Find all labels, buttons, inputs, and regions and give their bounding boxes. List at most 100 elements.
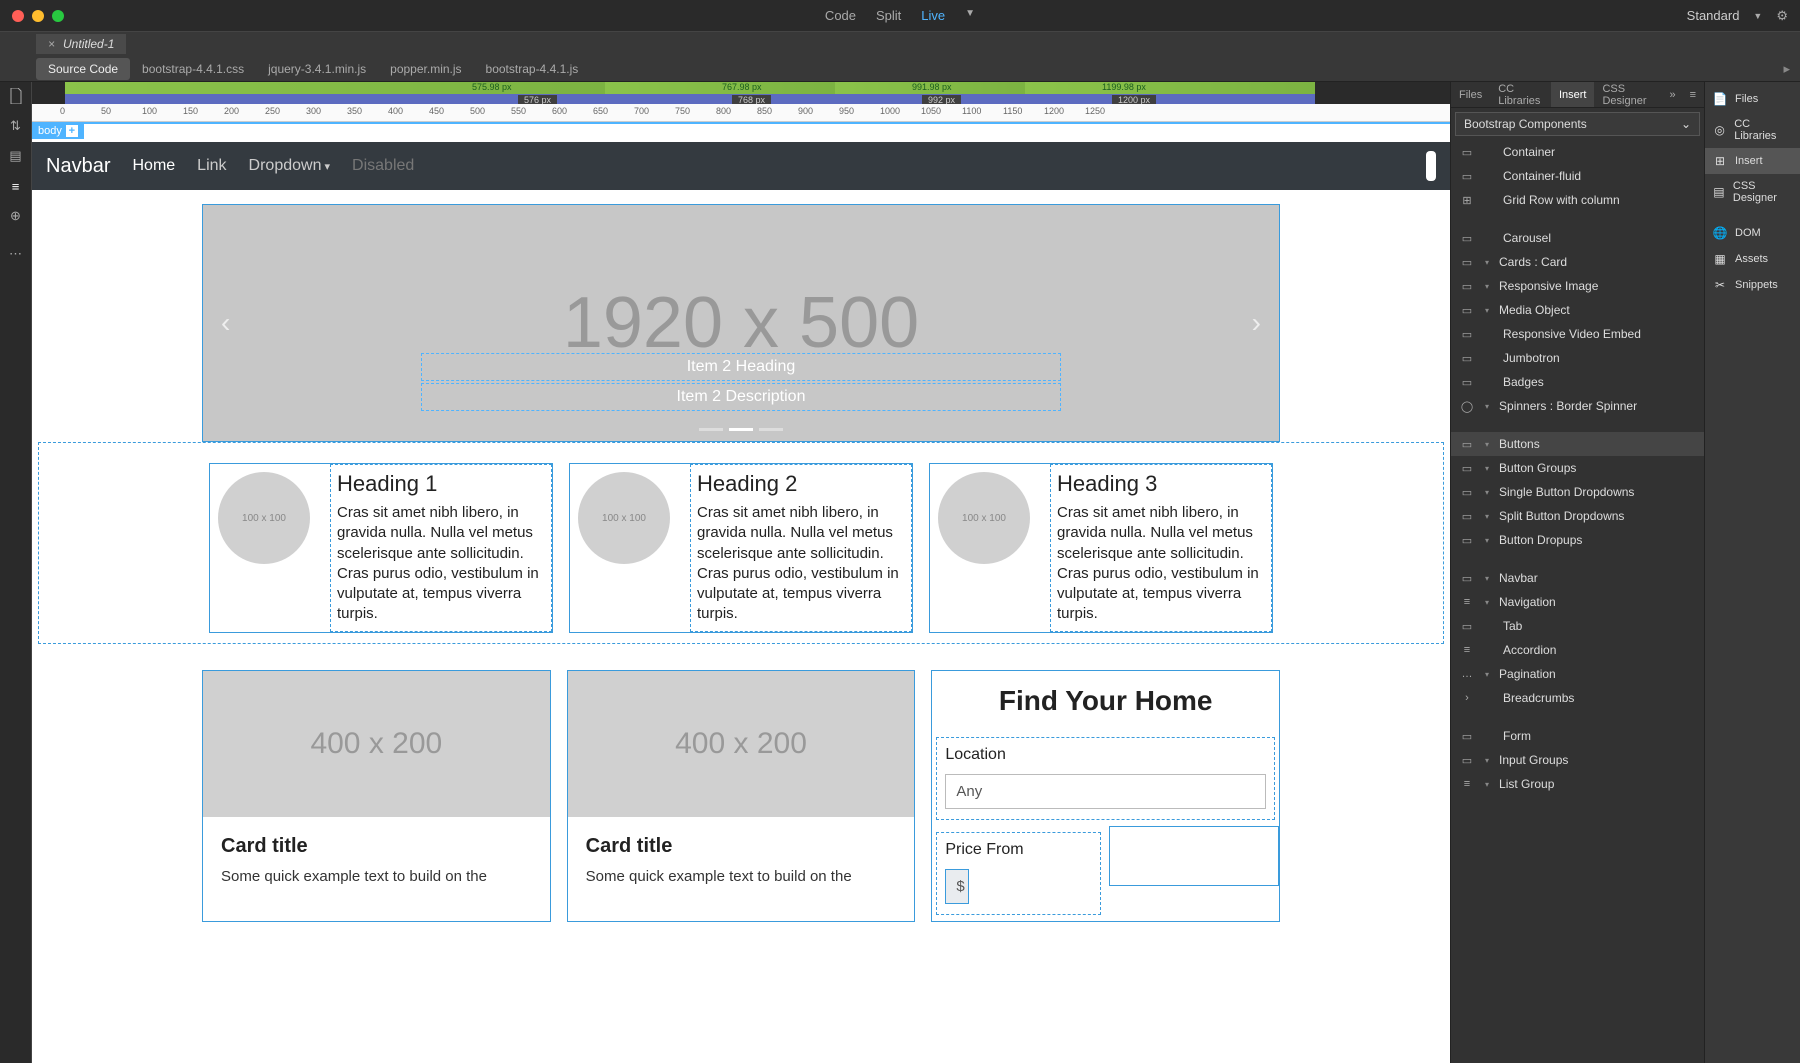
insert-item[interactable]: …▾Pagination [1451,662,1704,686]
preview-card[interactable]: 400 x 200 Card title Some quick example … [202,670,551,922]
panel-more-icon[interactable]: » [1661,89,1681,101]
view-mode-code[interactable]: Code [825,8,856,23]
insert-item[interactable]: ▭Container [1451,140,1704,164]
card-image-placeholder: 400 x 200 [568,671,915,817]
gear-icon[interactable]: ⚙ [1776,8,1788,24]
insert-item[interactable]: ▭▾Responsive Image [1451,274,1704,298]
rail-item-files[interactable]: 📄Files [1705,86,1800,112]
feature-body: Cras sit amet nibh libero, in gravida nu… [1057,503,1265,625]
more-tools-icon[interactable]: ⋯ [8,246,24,262]
maximize-window-icon[interactable] [52,10,64,22]
preview-carousel[interactable]: ‹ 1920 x 500 › Item 2 Heading Item 2 Des… [202,204,1280,442]
related-file-item[interactable]: jquery-3.4.1.min.js [256,58,378,80]
carousel-indicators[interactable] [699,428,783,431]
location-input[interactable]: Any [945,774,1266,809]
card-title: Card title [586,835,897,858]
carousel-prev-icon[interactable]: ‹ [221,307,230,339]
design-canvas: 575.98 px767.98 px991.98 px1199.98 px576… [32,82,1450,1063]
rail-item-snippets[interactable]: ✂Snippets [1705,272,1800,298]
carousel-next-icon[interactable]: › [1252,307,1261,339]
nav-link-link[interactable]: Link [197,157,226,175]
price-to-block[interactable] [1109,826,1279,886]
insert-item-label: Button Dropups [1499,533,1582,547]
close-window-icon[interactable] [12,10,24,22]
rail-item-dom[interactable]: 🌐DOM [1705,220,1800,246]
ruler-tick-label: 1200 [1044,106,1064,116]
related-file-item[interactable]: bootstrap-4.4.1.css [130,58,256,80]
carousel-caption-heading[interactable]: Item 2 Heading [421,353,1061,381]
insert-item[interactable]: ▭▾Buttons [1451,432,1704,456]
related-file-item[interactable]: bootstrap-4.4.1.js [474,58,591,80]
feature-column[interactable]: 100 x 100Heading 2Cras sit amet nibh lib… [569,463,913,633]
component-icon: ▭ [1459,438,1475,450]
rail-item-css-designer[interactable]: ▤CSS Designer [1705,174,1800,210]
file-icon[interactable] [8,88,24,104]
insert-item[interactable]: ▭▾Input Groups [1451,748,1704,772]
insert-item[interactable]: ◯▾Spinners : Border Spinner [1451,394,1704,418]
insert-item[interactable]: ▭▾Button Dropups [1451,528,1704,552]
find-home-form[interactable]: Find Your Home Location Any Price From $ [931,670,1280,922]
media-query-bar[interactable]: 575.98 px767.98 px991.98 px1199.98 px576… [32,82,1450,104]
related-file-item[interactable]: Source Code [36,58,130,80]
insert-item[interactable]: ›Breadcrumbs [1451,686,1704,710]
insert-item[interactable]: ≡▾List Group [1451,772,1704,796]
view-mode-live[interactable]: Live [921,8,945,23]
inspect-icon[interactable]: ⊕ [8,208,24,224]
ruler-tick-label: 1100 [962,106,981,116]
panel-tab-cc-libraries[interactable]: CC Libraries [1490,83,1551,107]
insert-item[interactable]: ▭Responsive Video Embed [1451,322,1704,346]
insert-item[interactable]: ▭▾Button Groups [1451,456,1704,480]
nav-search-input[interactable] [1426,151,1436,181]
insert-category-dropdown[interactable]: Bootstrap Components ⌄ [1455,112,1700,136]
panel-tab-css-designer[interactable]: CSS Designer [1594,83,1661,107]
insert-item[interactable]: ▭▾Media Object [1451,298,1704,322]
insert-item[interactable]: ≡▾Navigation [1451,590,1704,614]
feature-column[interactable]: 100 x 100Heading 1Cras sit amet nibh lib… [209,463,553,633]
insert-item-label: Badges [1503,375,1544,389]
panel-tab-insert[interactable]: Insert [1551,82,1595,107]
preview-card[interactable]: 400 x 200 Card title Some quick example … [567,670,916,922]
insert-item[interactable]: ▭Carousel [1451,226,1704,250]
chevron-down-icon: ▾ [1485,488,1489,497]
insert-item[interactable]: ▭▾Navbar [1451,566,1704,590]
view-mode-split[interactable]: Split [876,8,901,23]
element-tag-body[interactable]: body + [32,123,84,139]
rail-item-cc-libraries[interactable]: ◎CC Libraries [1705,112,1800,148]
rail-icon: ▦ [1713,252,1727,266]
insert-item[interactable]: ▭Form [1451,724,1704,748]
workspace-switcher[interactable]: Standard [1687,8,1740,23]
navbar-brand[interactable]: Navbar [46,155,110,178]
rail-item-insert[interactable]: ⊞Insert [1705,148,1800,174]
chevron-down-icon[interactable]: ▼ [965,8,975,23]
manage-sites-icon[interactable]: ▤ [8,148,24,164]
insert-item[interactable]: ▭▾Single Button Dropdowns [1451,480,1704,504]
panel-menu-icon[interactable]: ≡ [1682,89,1704,101]
page-preview[interactable]: body + Navbar Home Link Dropdown Disable… [32,122,1450,1063]
close-tab-icon[interactable]: × [48,37,55,51]
related-file-item[interactable]: popper.min.js [378,58,473,80]
collapse-icon[interactable]: ▸ [1783,61,1800,77]
nav-link-dropdown[interactable]: Dropdown [249,157,331,175]
live-view-icon[interactable]: ≡ [8,178,24,194]
insert-item[interactable]: ▭Tab [1451,614,1704,638]
insert-item-label: Spinners : Border Spinner [1499,399,1637,413]
code-nav-icon[interactable]: ⇅ [8,118,24,134]
insert-item-label: Navigation [1499,595,1556,609]
rail-icon: 📄 [1713,92,1727,106]
panel-tab-files[interactable]: Files [1451,89,1490,101]
insert-item[interactable]: ≡Accordion [1451,638,1704,662]
feature-column[interactable]: 100 x 100Heading 3Cras sit amet nibh lib… [929,463,1273,633]
insert-item[interactable]: ▭Badges [1451,370,1704,394]
document-tab[interactable]: × Untitled-1 [36,34,126,54]
insert-item[interactable]: ⊞Grid Row with column [1451,188,1704,212]
insert-item[interactable]: ▭Jumbotron [1451,346,1704,370]
panel-tab-strip: FilesCC LibrariesInsertCSS Designer»≡ [1451,82,1704,108]
rail-item-assets[interactable]: ▦Assets [1705,246,1800,272]
nav-link-home[interactable]: Home [132,157,175,175]
insert-item[interactable]: ▭Container-fluid [1451,164,1704,188]
carousel-caption-desc[interactable]: Item 2 Description [421,383,1061,411]
minimize-window-icon[interactable] [32,10,44,22]
insert-item[interactable]: ▭▾Cards : Card [1451,250,1704,274]
add-element-icon[interactable]: + [66,125,78,137]
insert-item[interactable]: ▭▾Split Button Dropdowns [1451,504,1704,528]
